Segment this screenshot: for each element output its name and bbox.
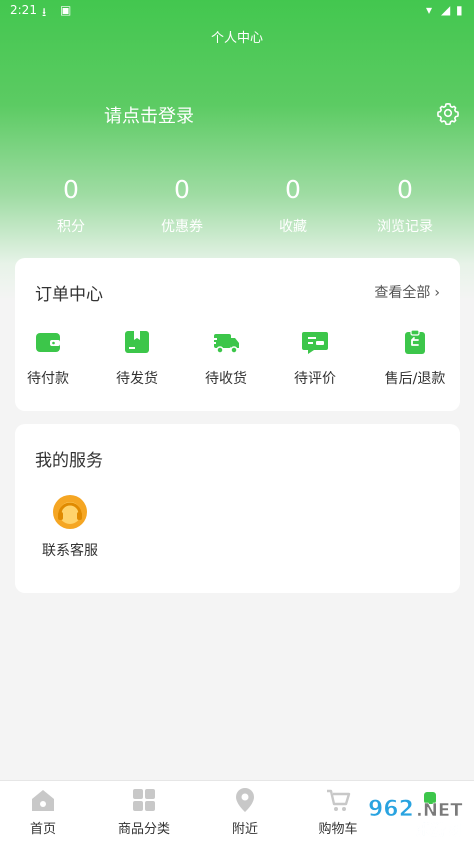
headset-icon (53, 495, 87, 529)
tab-label: 附近 (231, 822, 258, 837)
order-pending-shipment[interactable]: 待发货 (92, 328, 182, 388)
order-after-sales[interactable]: 售后/退款 (370, 328, 460, 388)
view-all-label: 查看全部 (374, 285, 431, 301)
order-center-card: 订单中心 查看全部 › 待付款 待发货 待收货 待评价 售后/退款 (15, 258, 460, 411)
stats-row: 0 积分 0 优惠券 0 收藏 0 浏览记录 (0, 172, 474, 242)
status-bar: 2:21 ⭳ ▣ ▾ ◢ ▮ (0, 0, 474, 22)
order-pending-payment[interactable]: 待付款 (3, 328, 93, 388)
signal-icon: ◢ (441, 3, 451, 17)
order-item-label: 待收货 (205, 371, 247, 387)
chevron-right-icon: › (434, 285, 440, 301)
order-item-label: 待评价 (294, 371, 336, 387)
stat-label: 积分 (57, 219, 85, 235)
my-services-title: 我的服务 (35, 451, 103, 471)
settings-button[interactable] (436, 101, 460, 126)
order-item-label: 待付款 (27, 371, 69, 387)
stat-value: 0 (397, 175, 413, 204)
battery-icon: ▮ (456, 3, 463, 17)
order-pending-receipt[interactable]: 待收货 (181, 328, 271, 388)
order-item-label: 售后/退款 (384, 371, 446, 387)
stat-points[interactable]: 0 积分 (21, 172, 121, 238)
stat-value: 0 (174, 175, 190, 204)
order-center-title: 订单中心 (35, 285, 103, 305)
stat-label: 收藏 (279, 219, 307, 235)
service-label: 联系客服 (42, 543, 98, 559)
watermark-logo: 962 .NET 乐游网 (368, 792, 463, 839)
download-icon: ⭳ (42, 5, 47, 19)
svg-text:962: 962 (368, 797, 414, 822)
stat-history[interactable]: 0 浏览记录 (355, 172, 455, 238)
truck-icon (211, 334, 239, 354)
order-item-label: 待发货 (116, 371, 158, 387)
view-all-orders-link[interactable]: 查看全部 › (374, 282, 440, 302)
svg-text:.NET: .NET (416, 800, 463, 821)
notification-icon: ▣ (60, 3, 72, 17)
login-prompt[interactable]: 请点击登录 (104, 102, 194, 128)
svg-text:乐游网: 乐游网 (416, 821, 461, 839)
home-icon (32, 790, 54, 811)
status-time: 2:21 (10, 3, 37, 17)
stat-coupons[interactable]: 0 优惠券 (132, 172, 232, 238)
tab-nearby[interactable]: 附近 (200, 787, 290, 837)
tab-label: 首页 (29, 822, 56, 837)
location-icon (236, 788, 254, 812)
stat-value: 0 (63, 175, 79, 204)
stat-favorites[interactable]: 0 收藏 (243, 172, 343, 238)
order-pending-review[interactable]: 待评价 (270, 328, 360, 388)
category-icon (133, 789, 155, 811)
gear-icon (437, 103, 459, 126)
tab-categories[interactable]: 商品分类 (99, 787, 189, 837)
tab-label: 商品分类 (117, 822, 170, 837)
my-services-card: 我的服务 联系客服 (15, 424, 460, 593)
stat-label: 浏览记录 (377, 219, 433, 235)
contact-support-button[interactable]: 联系客服 (25, 494, 115, 560)
stat-value: 0 (285, 175, 301, 204)
review-icon (302, 332, 328, 354)
tab-home[interactable]: 首页 (0, 787, 88, 837)
cart-icon (327, 789, 351, 811)
package-icon (125, 331, 149, 353)
stat-label: 优惠券 (161, 219, 203, 235)
refund-icon (405, 329, 425, 354)
wallet-icon (36, 333, 60, 352)
wifi-icon: ▾ (426, 3, 433, 17)
page-title: 个人中心 (210, 31, 263, 46)
